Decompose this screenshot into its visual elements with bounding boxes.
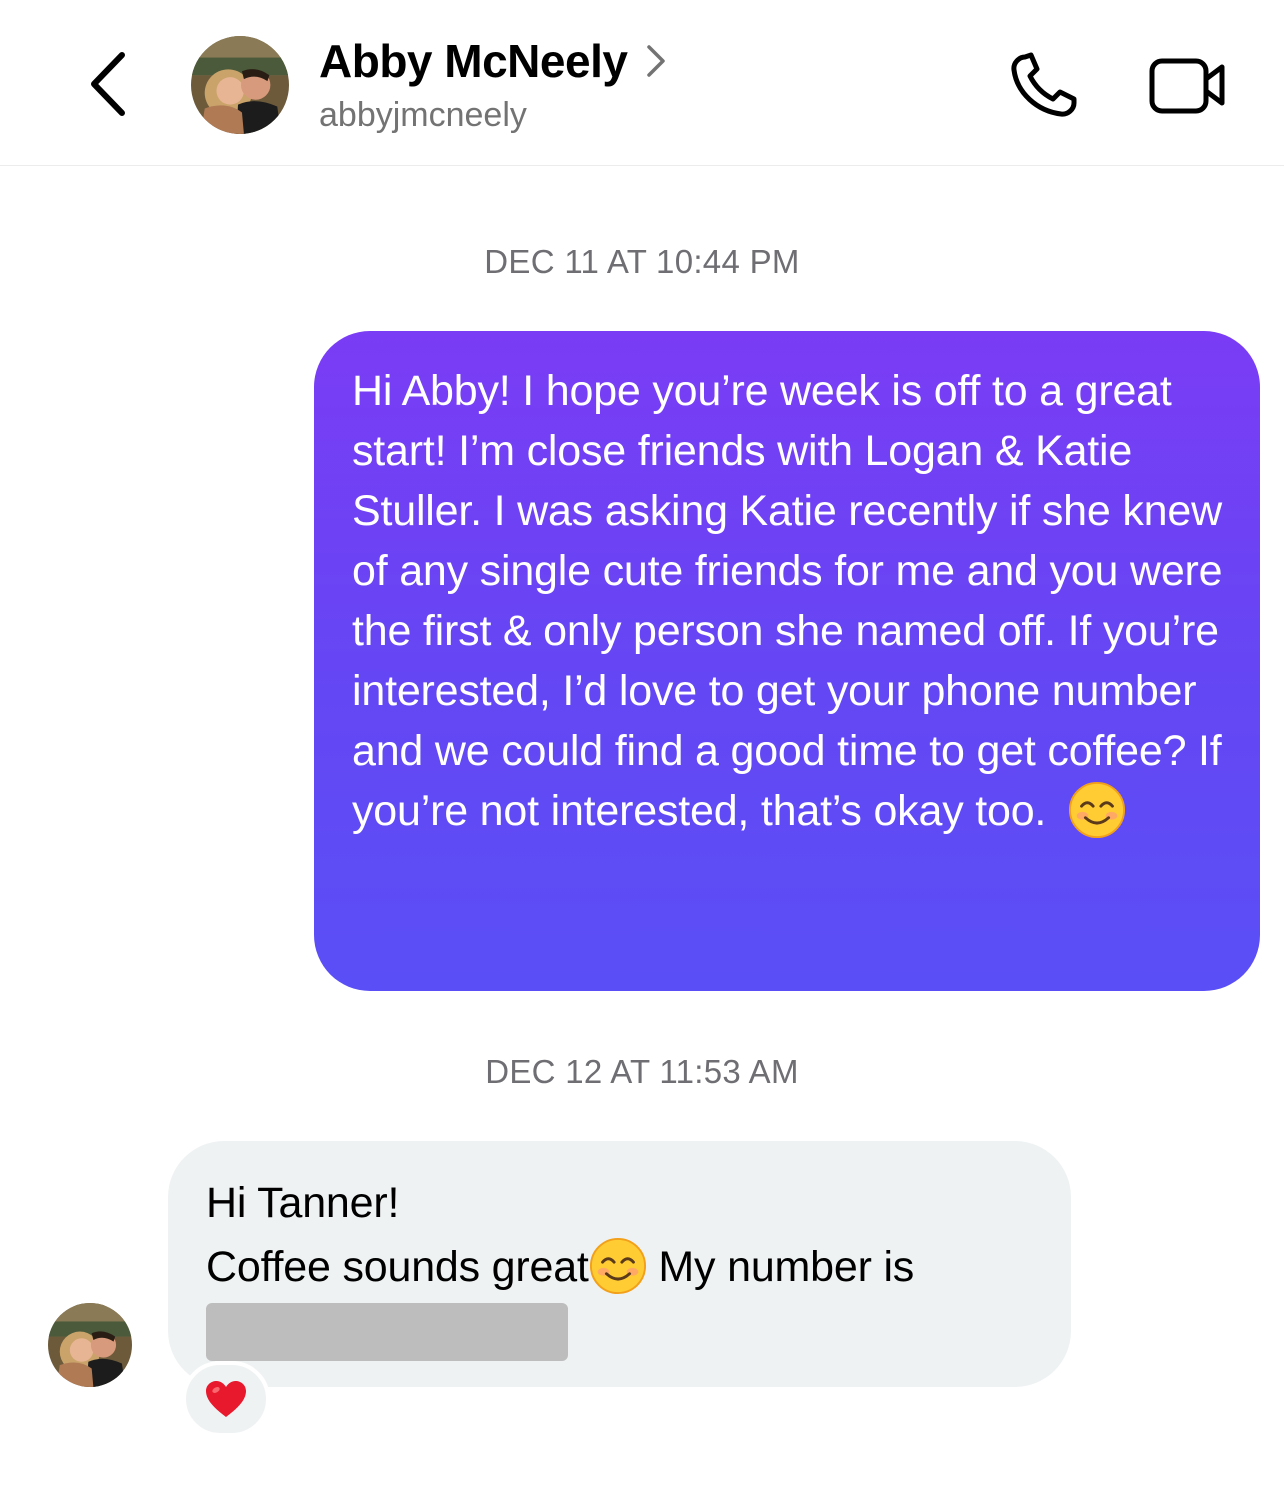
back-button[interactable] (78, 46, 138, 122)
message-timestamp: DEC 12 AT 11:53 AM (485, 1053, 799, 1090)
sender-avatar[interactable] (48, 1303, 132, 1387)
message-timestamp: DEC 11 AT 10:44 PM (484, 243, 800, 280)
incoming-message-line: Hi Tanner! (206, 1179, 400, 1227)
smiling-face-emoji (1068, 781, 1126, 839)
back-icon (91, 52, 125, 116)
conversation-header: Abby McNeely abbyjmcneely (0, 0, 1284, 166)
contact-username: abbyjmcneely (319, 96, 527, 134)
video-camera-icon (1149, 58, 1225, 114)
chevron-right-icon (645, 43, 667, 79)
phone-icon (1011, 52, 1077, 117)
outgoing-message-bubble[interactable]: Hi Abby! I hope you’re week is off to a … (314, 331, 1260, 991)
incoming-message-bubble[interactable]: Hi Tanner! Coffee sounds great My number… (168, 1141, 1071, 1387)
incoming-message-line: Coffee sounds great My number is (206, 1235, 1035, 1299)
heart-icon (206, 1381, 246, 1417)
heart-reaction[interactable] (182, 1361, 270, 1437)
redacted-phone-number (206, 1303, 568, 1361)
smiling-face-emoji (589, 1237, 647, 1295)
audio-call-button[interactable] (1005, 50, 1083, 120)
video-call-button[interactable] (1145, 52, 1231, 118)
contact-name-link[interactable]: Abby McNeely (319, 34, 667, 88)
outgoing-message-text: Hi Abby! I hope you’re week is off to a … (352, 361, 1230, 841)
contact-name: Abby McNeely (319, 35, 628, 87)
contact-avatar[interactable] (191, 36, 289, 134)
